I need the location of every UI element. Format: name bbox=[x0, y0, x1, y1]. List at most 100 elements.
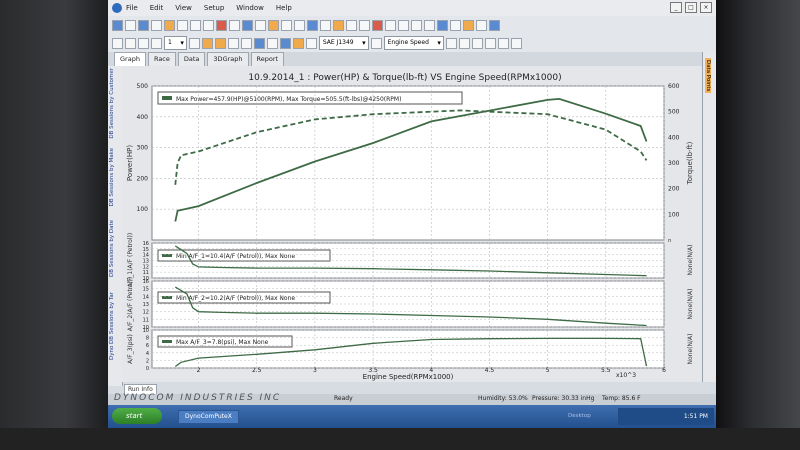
torque-tick-label: 500 bbox=[668, 109, 680, 116]
filter-funnel-icon[interactable] bbox=[510, 37, 522, 49]
font-icon[interactable] bbox=[450, 19, 461, 31]
report-icon[interactable] bbox=[307, 19, 318, 31]
layout-1-icon[interactable] bbox=[201, 37, 213, 49]
zoom-in-icon[interactable] bbox=[112, 37, 123, 49]
menu-file[interactable]: File bbox=[126, 4, 138, 12]
panel1-legend-swatch bbox=[162, 96, 172, 100]
dyno-chart[interactable]: 10.9.2014_1 : Power(HP) & Torque(lb-ft) … bbox=[122, 66, 702, 382]
ellipse-tool-icon[interactable] bbox=[424, 19, 435, 31]
menu-help[interactable]: Help bbox=[276, 4, 292, 12]
overlay-runs-icon[interactable] bbox=[292, 37, 304, 49]
move-icon[interactable] bbox=[188, 37, 200, 49]
chart-title: 10.9.2014_1 : Power(HP) & Torque(lb-ft) … bbox=[248, 73, 561, 83]
tab-report[interactable]: Report bbox=[250, 52, 285, 66]
align-icon[interactable] bbox=[279, 37, 291, 49]
menu-setup[interactable]: Setup bbox=[204, 4, 224, 12]
grid-icon[interactable] bbox=[255, 19, 266, 31]
help-icon[interactable] bbox=[489, 19, 500, 31]
sessions-by-customer-tab[interactable]: DB Sessions by Customer bbox=[109, 68, 115, 139]
play-icon[interactable] bbox=[458, 37, 470, 49]
zoom-out-icon[interactable] bbox=[125, 37, 136, 49]
app-logo-icon bbox=[112, 3, 122, 13]
menu-window[interactable]: Window bbox=[236, 4, 264, 12]
info-icon[interactable] bbox=[476, 19, 487, 31]
maximize-icon[interactable]: □ bbox=[685, 2, 697, 13]
sessions-by-tag-tab[interactable]: Dyno DB Sessions by Tar bbox=[109, 292, 115, 360]
xaxis-select[interactable]: Engine Speed bbox=[383, 36, 444, 50]
next-icon[interactable] bbox=[471, 37, 483, 49]
af-tick-label: 15 bbox=[143, 247, 149, 253]
layout-3-icon[interactable] bbox=[227, 37, 239, 49]
copy-icon[interactable] bbox=[190, 19, 201, 31]
last-icon[interactable] bbox=[484, 37, 496, 49]
axis-icon[interactable] bbox=[240, 37, 252, 49]
x-scale-label: x10^3 bbox=[616, 372, 636, 379]
layout-2-icon[interactable] bbox=[214, 37, 226, 49]
text-icon[interactable] bbox=[385, 19, 396, 31]
torque-tick-label: 200 bbox=[668, 186, 680, 193]
first-icon[interactable] bbox=[445, 37, 457, 49]
af1-legend: Min A/F_1=10.4(A/F (Petrol)), Max None bbox=[176, 253, 295, 260]
paste-icon[interactable] bbox=[203, 19, 214, 31]
taskbar: start DynoComPuteX Desktop 1:51 PM bbox=[108, 405, 716, 428]
main-toolbar bbox=[108, 16, 716, 34]
zoom-fit-icon[interactable] bbox=[138, 37, 149, 49]
af-tick-label: 12 bbox=[143, 310, 149, 316]
correction-icon[interactable] bbox=[305, 37, 317, 49]
cursor-icon[interactable] bbox=[359, 19, 370, 31]
chart-icon[interactable] bbox=[281, 19, 292, 31]
color-icon[interactable] bbox=[437, 19, 448, 31]
sessions-by-make-tab[interactable]: DB Sessions by Make bbox=[109, 148, 115, 206]
tab-data[interactable]: Data bbox=[177, 52, 206, 66]
data-points-tab[interactable]: Data Points bbox=[705, 58, 711, 94]
table-icon[interactable] bbox=[294, 19, 305, 31]
taskbar-app-dynocom[interactable]: DynoComPuteX bbox=[178, 410, 239, 424]
new-icon[interactable] bbox=[112, 19, 123, 31]
line-tool-icon[interactable] bbox=[398, 19, 409, 31]
tab-graph[interactable]: Graph bbox=[114, 52, 146, 66]
close-icon[interactable]: × bbox=[700, 2, 712, 13]
scale-icon[interactable] bbox=[253, 37, 265, 49]
brand-watermark: DYNOCOM INDUSTRIES INC bbox=[114, 393, 282, 403]
save-icon[interactable] bbox=[138, 19, 149, 31]
torque-tick-label: 300 bbox=[668, 160, 680, 167]
xaxis-icon[interactable] bbox=[370, 37, 382, 49]
open-icon[interactable] bbox=[125, 19, 136, 31]
compare-icon[interactable] bbox=[320, 19, 331, 31]
view-tabs: Graph Race Data 3DGraph Report bbox=[108, 52, 716, 66]
filter-icon[interactable] bbox=[346, 19, 357, 31]
system-tray: 1:51 PM bbox=[618, 408, 714, 425]
power-tick-label: 100 bbox=[137, 206, 149, 213]
af-tick-label: 15 bbox=[143, 287, 149, 293]
minimize-icon[interactable]: _ bbox=[670, 2, 682, 13]
desktop-toolbar[interactable]: Desktop bbox=[568, 413, 591, 419]
loop-icon[interactable] bbox=[497, 37, 509, 49]
zoom-select[interactable]: 1 bbox=[164, 36, 187, 50]
record-icon[interactable] bbox=[216, 19, 227, 31]
start-button[interactable]: start bbox=[112, 408, 162, 424]
tab-race[interactable]: Race bbox=[147, 52, 176, 66]
dyno-icon[interactable] bbox=[242, 19, 253, 31]
overlay-icon[interactable] bbox=[333, 19, 344, 31]
rect-tool-icon[interactable] bbox=[411, 19, 422, 31]
status-pressure: Pressure: 30.33 inHg bbox=[532, 395, 595, 402]
print-icon[interactable] bbox=[151, 19, 162, 31]
highlight-icon[interactable] bbox=[463, 19, 474, 31]
menu-edit[interactable]: Edit bbox=[150, 4, 164, 12]
x-tick-label: 6 bbox=[662, 367, 666, 374]
settings-icon[interactable] bbox=[229, 19, 240, 31]
sessions-by-date-tab[interactable]: DB Sessions by Date bbox=[109, 220, 115, 277]
clock[interactable]: 1:51 PM bbox=[684, 413, 708, 420]
export-icon[interactable] bbox=[268, 19, 279, 31]
power-tick-label: 400 bbox=[137, 114, 149, 121]
cut-icon[interactable] bbox=[177, 19, 188, 31]
folder-icon[interactable] bbox=[164, 19, 175, 31]
af-tick-label: 8 bbox=[146, 336, 149, 342]
screen: File Edit View Setup Window Help _ □ × 1… bbox=[108, 0, 716, 428]
bars-icon[interactable] bbox=[266, 37, 278, 49]
marker-icon[interactable] bbox=[372, 19, 383, 31]
tab-3dgraph[interactable]: 3DGraph bbox=[207, 52, 249, 66]
menu-view[interactable]: View bbox=[175, 4, 192, 12]
correction-standard-select[interactable]: SAE J1349 bbox=[318, 36, 369, 50]
pan-icon[interactable] bbox=[151, 37, 162, 49]
